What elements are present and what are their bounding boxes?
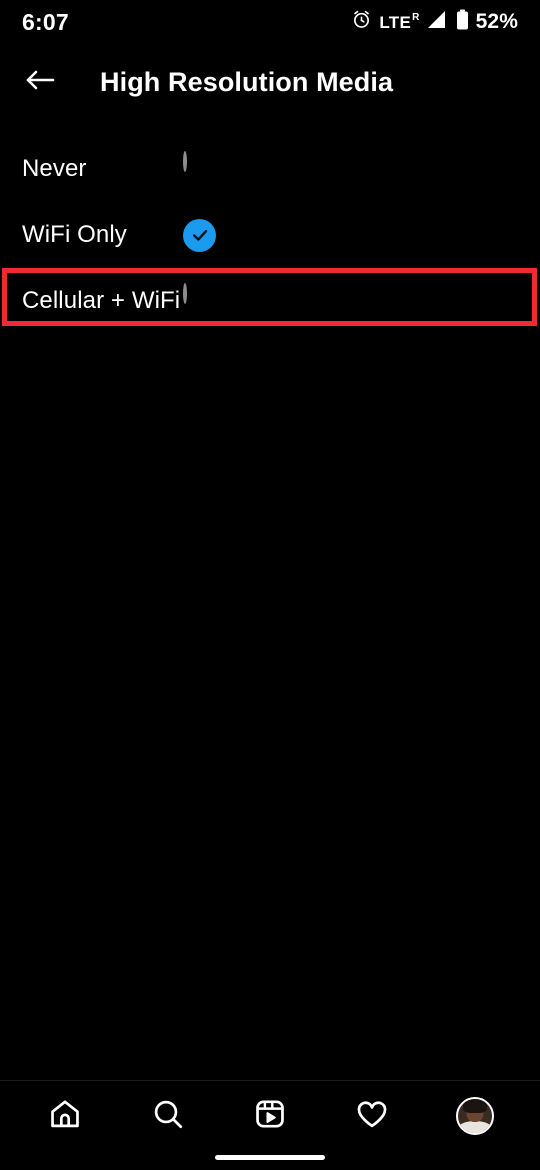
search-icon (151, 1097, 185, 1136)
app-header: High Resolution Media (0, 44, 540, 120)
page-title: High Resolution Media (100, 66, 394, 97)
battery-icon (456, 9, 469, 35)
nav-item-search[interactable] (132, 1085, 204, 1147)
roaming-indicator: R (412, 11, 420, 23)
option-label: Cellular + WiFi (22, 287, 181, 314)
nav-item-activity[interactable] (336, 1085, 408, 1147)
nav-item-profile[interactable] (439, 1085, 511, 1147)
avatar-icon (455, 1097, 494, 1135)
radio-unselected-icon (183, 282, 187, 304)
home-icon (48, 1097, 82, 1136)
option-row-cellular-wifi[interactable]: Cellular + WiFi (0, 268, 540, 334)
option-label: WiFi Only (22, 221, 127, 248)
back-arrow-icon (24, 66, 56, 99)
network-type: LTE R (379, 11, 420, 32)
avatar-body (457, 1121, 492, 1133)
radio-button-never[interactable] (183, 150, 216, 186)
alarm-clock-icon (351, 9, 372, 35)
heart-icon (355, 1097, 389, 1136)
avatar-hair (462, 1099, 487, 1113)
network-label: LTE (379, 12, 412, 32)
status-bar: 6:07 LTE R 52% (0, 0, 540, 44)
radio-selected-icon (183, 218, 216, 252)
option-row-never[interactable]: Never (0, 136, 540, 202)
reels-icon (253, 1097, 287, 1136)
signal-bars-icon (425, 10, 447, 34)
back-button[interactable] (9, 51, 71, 113)
option-list: Never WiFi Only Cellular + WiFi (0, 136, 540, 334)
nav-item-reels[interactable] (234, 1085, 306, 1147)
radio-unselected-icon (183, 150, 187, 172)
radio-button-wifi-only[interactable] (183, 218, 216, 252)
battery-percent: 52% (475, 10, 518, 33)
status-time: 6:07 (22, 8, 69, 35)
option-row-wifi-only[interactable]: WiFi Only (0, 202, 540, 268)
status-icons: LTE R 52% (351, 9, 518, 35)
option-label: Never (22, 155, 87, 182)
bottom-nav-bar (0, 1081, 540, 1151)
phone-screen: 6:07 LTE R 52% High Resolution Media Nev… (0, 0, 540, 1170)
home-indicator[interactable] (215, 1155, 325, 1160)
radio-button-cellular-wifi[interactable] (183, 282, 216, 318)
nav-item-home[interactable] (29, 1085, 101, 1147)
